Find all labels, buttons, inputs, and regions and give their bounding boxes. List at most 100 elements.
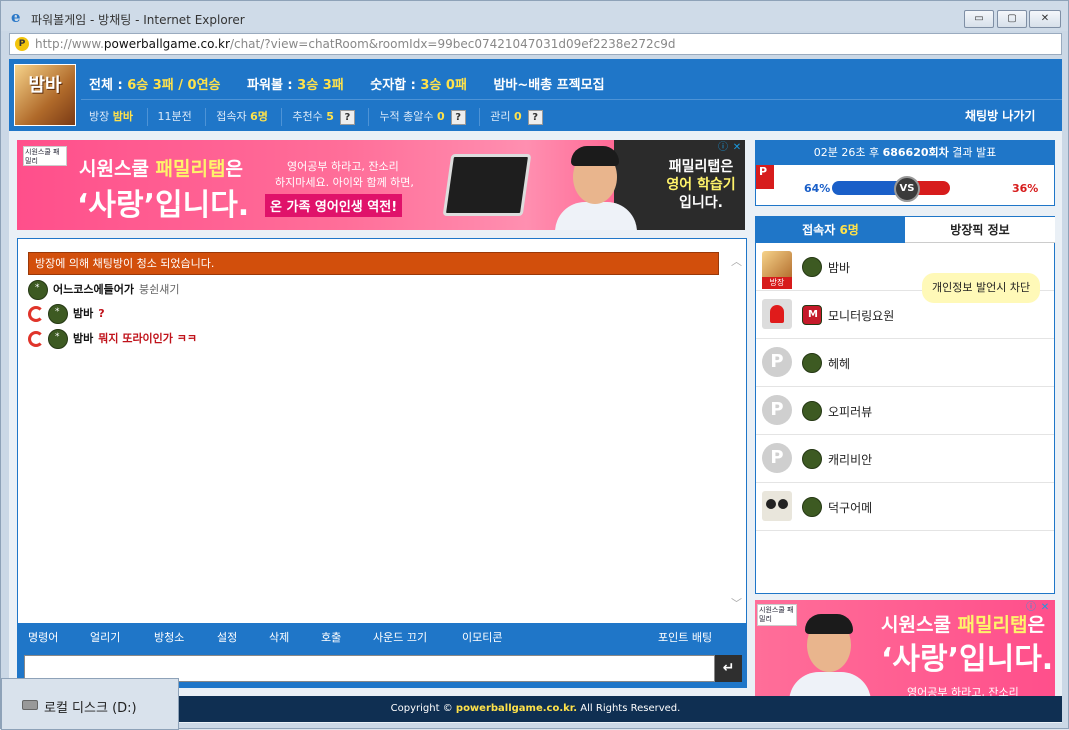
- cmd-settings[interactable]: 설정: [217, 629, 237, 645]
- duck-avatar: [762, 491, 792, 521]
- ad-logo: 시원스쿨 패밀리: [23, 146, 67, 166]
- window-title: 파워볼게임 - 방채팅 - Internet Explorer: [31, 13, 245, 27]
- rotation-icon: [28, 306, 44, 322]
- ad-headline-2: ‘사랑’입니다.: [881, 642, 1054, 677]
- level-badge-icon: [802, 449, 822, 469]
- ad-headline: 시원스쿨 패밀리탭은: [79, 158, 243, 180]
- odd-percent: 64%: [804, 182, 831, 195]
- maximize-button[interactable]: ▢: [997, 10, 1027, 28]
- point-bet-button[interactable]: 포인트 배팅: [658, 629, 712, 645]
- send-button[interactable]: ↵: [715, 655, 742, 682]
- message-text: 붕쉰섀기: [138, 283, 180, 296]
- users-panel: 접속자 6명 방장픽 정보 방장 밤바 모니터링요원 P 헤헤 P 오피러뷰: [755, 216, 1055, 594]
- user-row[interactable]: 덕구어메: [756, 483, 1054, 531]
- title-bar: e 파워볼게임 - 방채팅 - Internet Explorer ▭ ▢ ✕: [1, 1, 1068, 31]
- divider: [81, 99, 1062, 100]
- p-icon: P: [762, 395, 792, 425]
- cmd-emoticon[interactable]: 이모티콘: [462, 629, 502, 645]
- chat-scrollbar[interactable]: ︿ ﹀: [731, 253, 745, 613]
- recommend-help-icon[interactable]: ?: [339, 109, 355, 125]
- message-nick[interactable]: 밤바: [73, 307, 93, 320]
- ad-person-image: [545, 140, 645, 230]
- browser-window: e 파워볼게임 - 방채팅 - Internet Explorer ▭ ▢ ✕ …: [0, 0, 1069, 730]
- rotation-icon: [28, 331, 44, 347]
- user-name[interactable]: 덕구어메: [828, 499, 872, 516]
- address-url[interactable]: http://www.powerballgame.co.kr/chat/?vie…: [35, 37, 676, 51]
- command-bar: 명령어 얼리기 방청소 설정 삭제 호출 사운드 끄기 이모티콘 포인트 배팅: [18, 623, 746, 649]
- scroll-up-icon[interactable]: ︿: [731, 253, 742, 269]
- ad-message-1: 영어공부 하라고, 잔소리: [287, 160, 399, 173]
- tab-users[interactable]: 접속자 6명: [756, 217, 905, 243]
- chat-message: 어느코스에들어가 붕쉰섀기: [28, 280, 179, 302]
- message-text: ?: [98, 307, 105, 320]
- cmd-commands[interactable]: 명령어: [28, 629, 58, 645]
- ad-close-icon[interactable]: ✕: [731, 142, 743, 154]
- level-badge-icon: [48, 329, 68, 349]
- minimize-button[interactable]: ▭: [964, 10, 994, 28]
- result-panel: 02분 26초 후 686620회차 결과 발표 P 64% VS 36%: [755, 140, 1055, 206]
- disk-drive-icon: [22, 700, 38, 710]
- room-stats: 전체 : 6승 3패 / 0연승 파워볼 : 3승 3패 숫자합 : 3승 0패…: [89, 78, 605, 93]
- level-badge-icon: [802, 497, 822, 517]
- monitor-tooltip: 개인정보 발언시 차단: [922, 273, 1041, 303]
- site-favicon-icon: P: [15, 37, 29, 51]
- ad-right-text: 패밀리탭은 영어 학습기 입니다.: [666, 159, 736, 211]
- exit-room-button[interactable]: 채팅방 나가기: [965, 107, 1035, 124]
- cmd-delete[interactable]: 삭제: [269, 629, 289, 645]
- room-info-bar: 방장 밤바 11분전 접속자 6명 추천수 5? 누적 총알수 0? 관리 0?: [89, 103, 1062, 131]
- level-badge-icon: [28, 280, 48, 300]
- powerball-logo-icon: P: [756, 165, 774, 189]
- room-header: 밤바 전체 : 6승 3패 / 0연승 파워볼 : 3승 3패 숫자합 : 3승…: [9, 59, 1062, 131]
- user-name[interactable]: 오피러뷰: [828, 403, 872, 420]
- monitor-siren-icon: [762, 299, 792, 329]
- scroll-down-icon[interactable]: ﹀: [731, 595, 742, 611]
- level-badge-icon: [802, 353, 822, 373]
- ad-headline: 시원스쿨 패밀리탭은: [881, 614, 1045, 636]
- user-row[interactable]: P 오피러뷰: [756, 387, 1054, 435]
- banner-ad[interactable]: 시원스쿨 패밀리 시원스쿨 패밀리탭은 ‘사랑’입니다. 영어공부 하라고, 잔…: [17, 140, 745, 230]
- p-icon: P: [762, 347, 792, 377]
- owner-name[interactable]: 밤바: [113, 110, 133, 123]
- message-nick[interactable]: 어느코스에들어가: [53, 283, 134, 296]
- cmd-sound-off[interactable]: 사운드 끄기: [373, 629, 427, 645]
- level-badge-icon: [48, 304, 68, 324]
- drive-label: 로컬 디스크 (D:): [44, 701, 137, 716]
- chat-panel: 방장에 의해 채팅방이 청소 되었습니다. 어느코스에들어가 붕쉰섀기 밤바? 밤…: [17, 238, 747, 688]
- user-row[interactable]: P 캐리비안: [756, 435, 1054, 483]
- side-banner-ad[interactable]: 시원스쿨 패밀리 시원스쿨 패밀리탭은 ‘사랑’입니다. 영어공부 하라고, 잔…: [755, 600, 1055, 700]
- p-icon: P: [762, 443, 792, 473]
- ie-logo-icon: e: [11, 8, 21, 26]
- footer-link[interactable]: powerballgame.co.kr.: [456, 703, 577, 714]
- elapsed-time: 11분전: [146, 108, 202, 126]
- manage-help-icon[interactable]: ?: [527, 109, 543, 125]
- user-name[interactable]: 헤헤: [828, 355, 850, 372]
- system-notice: 방장에 의해 채팅방이 청소 되었습니다.: [28, 252, 719, 275]
- user-name[interactable]: 밤바: [828, 259, 850, 276]
- user-name[interactable]: 모니터링요원: [828, 307, 894, 324]
- message-nick[interactable]: 밤바: [73, 332, 93, 345]
- cmd-call[interactable]: 호출: [321, 629, 341, 645]
- user-name[interactable]: 캐리비안: [828, 451, 872, 468]
- message-text: 뭐지 또라이인가 ㅋㅋ: [98, 332, 197, 345]
- ad-info-icon[interactable]: ⓘ: [1025, 602, 1037, 614]
- ad-close-icon[interactable]: ✕: [1039, 602, 1051, 614]
- vs-badge: VS: [894, 176, 920, 202]
- room-owner-avatar: 방장: [762, 251, 792, 289]
- ad-message-3: 온 가족 영어인생 역전!: [265, 194, 403, 217]
- level-badge-icon: [802, 401, 822, 421]
- close-window-button[interactable]: ✕: [1029, 10, 1061, 28]
- taskbar-drive-item[interactable]: 로컬 디스크 (D:): [1, 678, 179, 730]
- user-row[interactable]: P 헤헤: [756, 339, 1054, 387]
- result-header: 02분 26초 후 686620회차 결과 발표: [756, 141, 1054, 165]
- chat-message: 밤바?: [28, 304, 105, 326]
- cmd-clean[interactable]: 방청소: [154, 629, 184, 645]
- tab-owner-pick[interactable]: 방장픽 정보: [905, 217, 1055, 243]
- ad-info-icon[interactable]: ⓘ: [717, 142, 729, 154]
- room-thumbnail: 밤바: [14, 64, 76, 126]
- page-content: 밤바 전체 : 6승 3패 / 0연승 파워볼 : 3승 3패 숫자합 : 3승…: [9, 59, 1062, 723]
- betting-help-icon[interactable]: ?: [450, 109, 466, 125]
- cmd-freeze[interactable]: 얼리기: [90, 629, 120, 645]
- chat-message: 밤바 뭐지 또라이인가 ㅋㅋ: [28, 329, 197, 351]
- address-bar[interactable]: P http://www.powerballgame.co.kr/chat/?v…: [9, 33, 1062, 55]
- moderator-badge-icon: [802, 305, 822, 325]
